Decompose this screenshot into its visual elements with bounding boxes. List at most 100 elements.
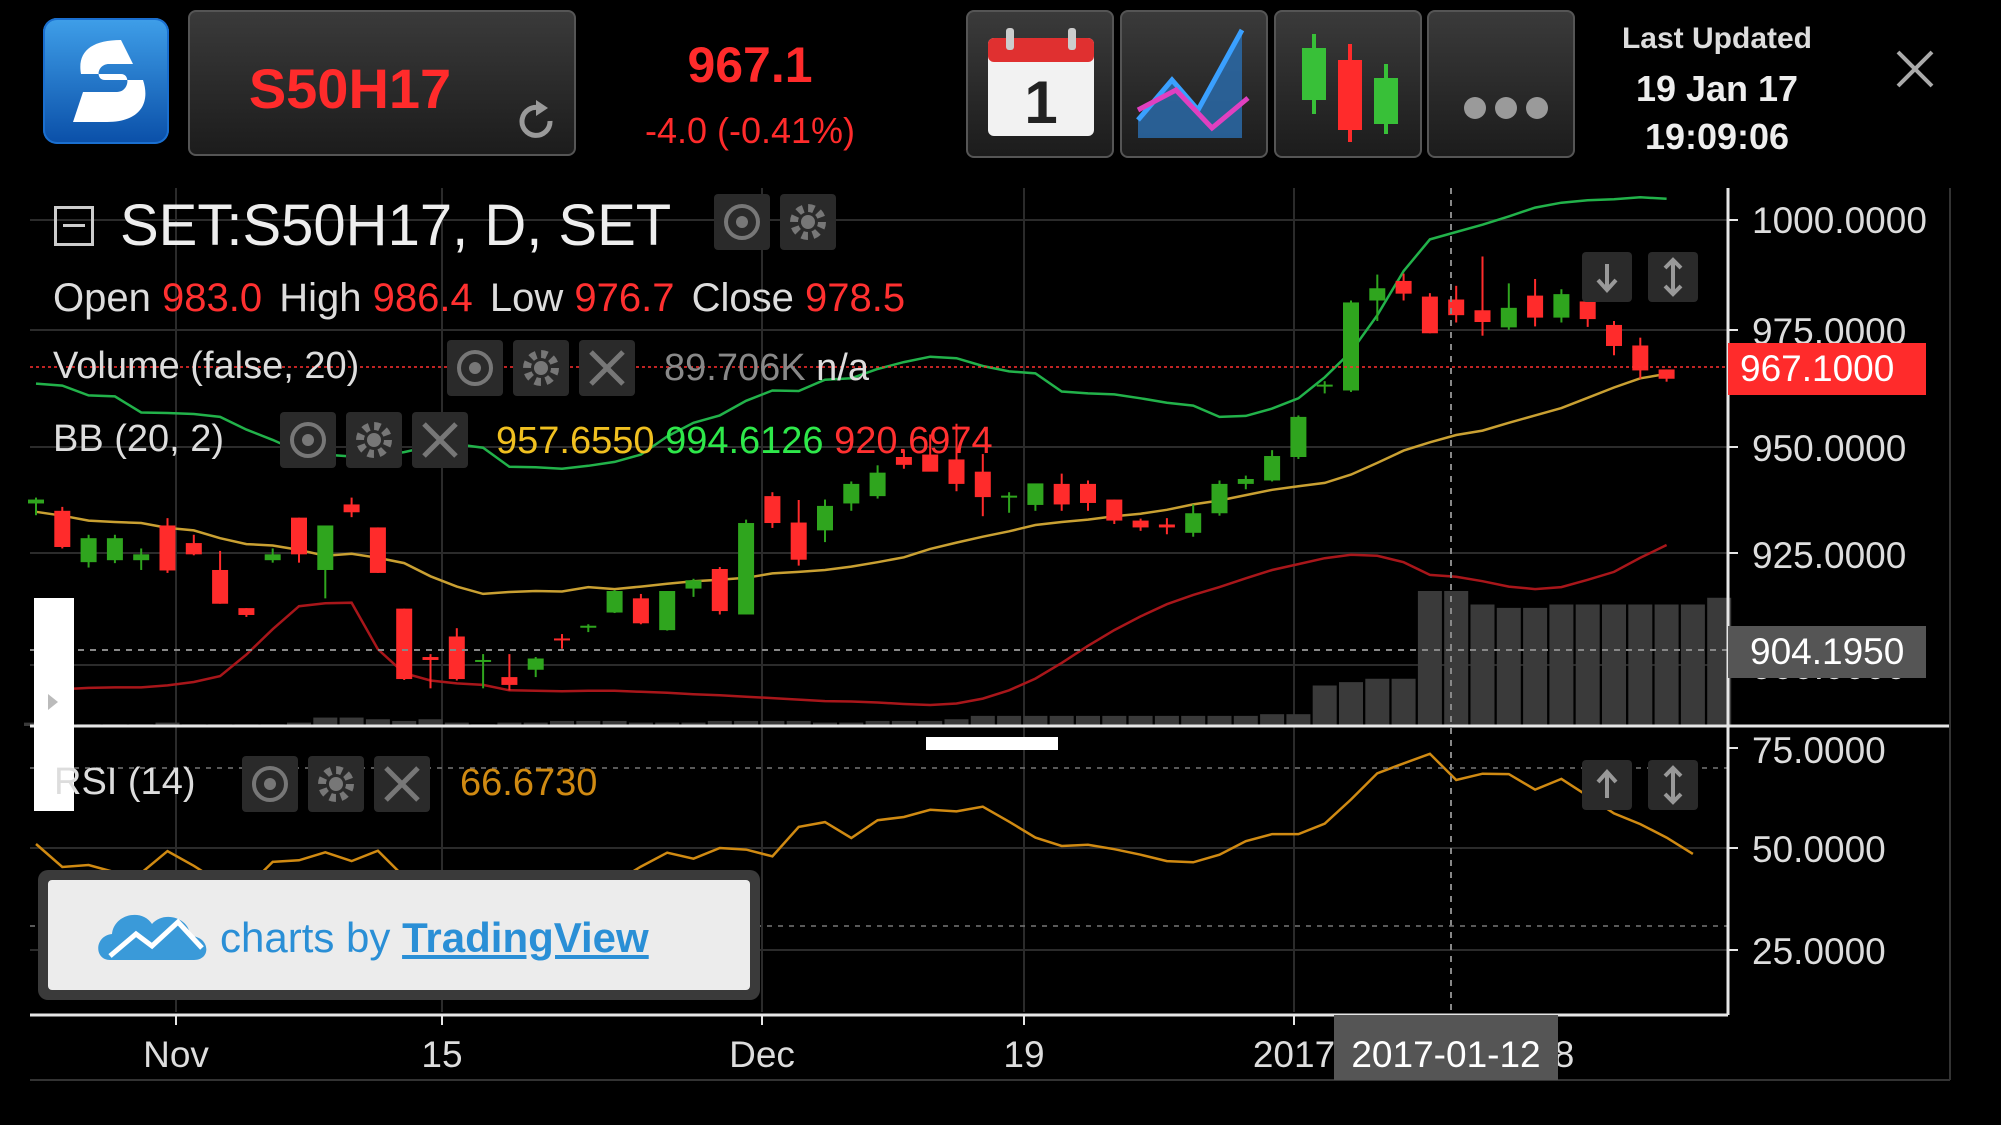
volume-bar (1286, 714, 1311, 726)
candle-body (159, 525, 176, 571)
candle-body (659, 591, 676, 631)
volume-bar (1154, 715, 1179, 726)
candle-body (869, 472, 886, 497)
price-axis-label: 1000.0000 (1752, 200, 1927, 241)
chevron-right-icon (48, 694, 58, 710)
volume-bar (1575, 604, 1600, 726)
volume-bar (1233, 715, 1258, 726)
candle-body (1395, 280, 1412, 294)
bb-settings-button[interactable] (346, 412, 402, 468)
close-label: Close (691, 276, 794, 320)
volume-bar (1260, 714, 1285, 726)
volume-bar (1365, 678, 1390, 726)
rsi-scale-up-button[interactable] (1582, 760, 1632, 810)
candle-body (817, 505, 833, 531)
rsi-scale-expand-button[interactable] (1648, 760, 1698, 810)
high-value: 986.4 (372, 276, 473, 320)
volume-bar (1102, 715, 1127, 726)
candle-body (974, 471, 991, 498)
volume-bar (997, 715, 1022, 726)
close-value: 978.5 (804, 276, 906, 320)
bb-remove-button[interactable] (412, 412, 468, 468)
candle-body (1158, 524, 1175, 528)
candle-body (106, 538, 123, 561)
candle-body (1001, 495, 1018, 498)
candle-body (1500, 307, 1517, 328)
volume-bar (1023, 715, 1048, 726)
tradingview-cloud-icon (98, 914, 207, 960)
gear-icon (356, 422, 392, 458)
candle-body (475, 659, 492, 662)
gear-icon (790, 204, 826, 240)
scale-expand-button[interactable] (1648, 252, 1698, 302)
candle-body (133, 554, 150, 561)
high-label: High (279, 276, 362, 320)
volume-bar (1680, 604, 1705, 726)
candle-body (501, 677, 518, 685)
rsi-visibility-button[interactable] (242, 756, 298, 812)
series-settings-button[interactable] (780, 194, 836, 250)
volume-settings-button[interactable] (513, 340, 569, 396)
bb-mid-value: 957.6550 (496, 420, 655, 462)
volume-bar (970, 715, 995, 726)
volume-visibility-button[interactable] (447, 340, 503, 396)
candle-body (1421, 296, 1438, 334)
volume-bar (1628, 604, 1653, 726)
arrow-up-icon (1596, 769, 1618, 798)
price-axis-label: 925.0000 (1752, 535, 1907, 576)
candle-body (343, 504, 360, 513)
collapse-legend-button[interactable] (54, 206, 94, 246)
time-axis-label: Nov (143, 1034, 209, 1075)
candle-body (1343, 302, 1359, 391)
rsi-axis-label: 25.0000 (1752, 931, 1886, 972)
tradingview-link[interactable]: TradingView (402, 914, 649, 961)
time-axis-label: 15 (421, 1034, 463, 1075)
candle-body (28, 499, 44, 504)
time-axis-label: Dec (729, 1034, 795, 1075)
candle-body (1369, 288, 1386, 301)
bb-label: BB (20, 2) (53, 418, 225, 460)
candle-body (527, 658, 544, 670)
candle-body (448, 636, 465, 680)
scale-down-button[interactable] (1582, 252, 1632, 302)
open-label: Open (53, 276, 151, 320)
volume-value-row: 89.706K n/a (664, 347, 869, 390)
volume-bar (1391, 678, 1416, 726)
volume-bar (1207, 715, 1232, 726)
low-label: Low (489, 276, 564, 320)
gear-icon (318, 766, 354, 802)
eye-icon (290, 422, 326, 458)
candle-body (790, 522, 807, 560)
volume-bar (1128, 715, 1153, 726)
candle-body (738, 523, 755, 615)
volume-label: Volume (false, 20) (53, 345, 360, 387)
branding-prefix: charts by (220, 914, 391, 961)
volume-bar (1076, 715, 1100, 726)
bb-upper-value: 994.6126 (665, 420, 824, 462)
candle-body (632, 598, 649, 624)
candle-body (1579, 301, 1596, 320)
candle-body (1080, 483, 1096, 503)
volume-bar (1312, 685, 1337, 726)
candle-body (422, 657, 439, 660)
volume-bar (1470, 604, 1495, 726)
branding-badge[interactable]: charts by TradingView (38, 870, 760, 1000)
crosshair-date-text: 2017-01-12 (1351, 1034, 1541, 1075)
candle-body (185, 543, 202, 555)
bb-visibility-button[interactable] (280, 412, 336, 468)
volume-bar (1496, 607, 1521, 726)
eye-icon (457, 350, 493, 386)
candle-body (1106, 499, 1123, 521)
volume-remove-button[interactable] (579, 340, 635, 396)
bb-values-row: 957.6550 994.6126 920.6974 (496, 420, 993, 463)
volume-bar (1339, 682, 1363, 726)
candle-body (291, 517, 307, 555)
candle-body (1553, 294, 1570, 318)
candle-body (1237, 479, 1254, 484)
candle-body (685, 580, 702, 589)
eye-icon (724, 204, 760, 240)
rsi-settings-button[interactable] (308, 756, 364, 812)
rsi-remove-button[interactable] (374, 756, 430, 812)
series-visibility-button[interactable] (714, 194, 770, 250)
volume-bar (1049, 715, 1074, 726)
